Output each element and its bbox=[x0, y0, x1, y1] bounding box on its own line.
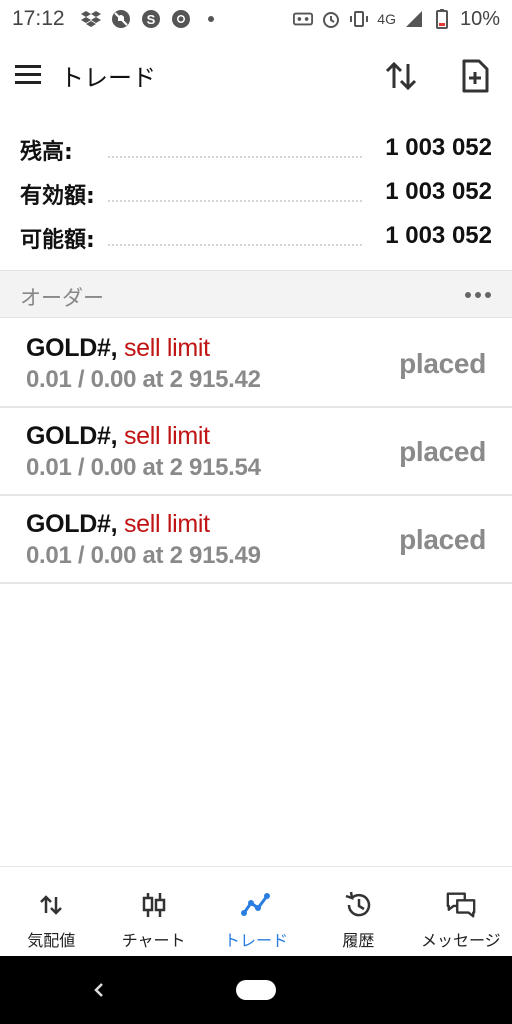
orders-more-button[interactable] bbox=[462, 285, 494, 305]
nav-item-messages[interactable]: メッセージ bbox=[410, 867, 512, 956]
alarm-icon bbox=[321, 9, 341, 29]
order-title: GOLD#, sell limit bbox=[26, 334, 210, 363]
equity-value: 1 003 052 bbox=[385, 178, 492, 205]
battery-percent: 10% bbox=[459, 7, 500, 30]
orders-title: オーダー bbox=[20, 286, 104, 310]
voicemail-icon bbox=[293, 9, 314, 29]
nav-item-chart[interactable]: チャート bbox=[102, 867, 204, 956]
dropbox-icon bbox=[80, 9, 101, 29]
order-status: placed bbox=[399, 524, 486, 555]
status-system-icons: 4G 10% bbox=[293, 8, 500, 31]
nav-item-history[interactable]: 履歴 bbox=[307, 867, 409, 956]
balance-row-equity: 有効額: 1 003 052 bbox=[0, 172, 512, 216]
order-title: GOLD#, sell limit bbox=[26, 422, 210, 451]
battery-low-icon bbox=[432, 9, 452, 29]
order-row[interactable]: GOLD#, sell limit 0.01 / 0.00 at 2 915.4… bbox=[0, 320, 512, 408]
order-details: 0.01 / 0.00 at 2 915.42 bbox=[26, 366, 261, 393]
order-type: sell limit bbox=[123, 510, 210, 538]
order-details: 0.01 / 0.00 at 2 915.54 bbox=[26, 454, 261, 481]
network-type: 4G bbox=[377, 11, 396, 27]
trade-icon bbox=[240, 889, 272, 921]
vibrate-icon bbox=[349, 9, 369, 29]
nav-item-trade[interactable]: トレード bbox=[205, 867, 307, 956]
balance-row-free-margin: 可能額: 1 003 052 bbox=[0, 216, 512, 260]
system-back-button[interactable] bbox=[90, 980, 108, 1000]
chrome-icon bbox=[171, 9, 191, 29]
order-details: 0.01 / 0.00 at 2 915.49 bbox=[26, 542, 261, 569]
order-symbol: GOLD#, bbox=[26, 510, 118, 538]
status-time: 17:12 bbox=[12, 7, 65, 30]
orders-section-header: オーダー bbox=[0, 270, 512, 318]
notifications-off-icon bbox=[111, 9, 131, 29]
nav-label: 気配値 bbox=[27, 931, 76, 950]
back-icon bbox=[94, 983, 103, 997]
new-order-button[interactable] bbox=[455, 56, 495, 96]
sort-button[interactable] bbox=[381, 56, 421, 96]
nav-label: トレード bbox=[224, 931, 289, 950]
divider-dots bbox=[108, 156, 362, 158]
quotes-icon bbox=[35, 889, 67, 921]
system-navigation-bar bbox=[0, 956, 512, 1024]
free-margin-value: 1 003 052 bbox=[385, 222, 492, 249]
new-order-icon bbox=[462, 59, 489, 93]
svg-text:S: S bbox=[146, 12, 155, 27]
status-bar: 17:12 S 4G 10% bbox=[0, 0, 512, 38]
history-icon bbox=[342, 889, 374, 921]
order-status: placed bbox=[399, 348, 486, 379]
order-title: GOLD#, sell limit bbox=[26, 510, 210, 539]
page-title: トレード bbox=[60, 64, 156, 92]
sort-icon bbox=[385, 61, 417, 91]
dot-icon bbox=[201, 9, 221, 29]
divider-dots bbox=[108, 200, 362, 202]
nav-label: 履歴 bbox=[342, 931, 375, 950]
menu-button[interactable] bbox=[14, 62, 42, 86]
signal-icon bbox=[404, 9, 424, 29]
order-row[interactable]: GOLD#, sell limit 0.01 / 0.00 at 2 915.5… bbox=[0, 408, 512, 496]
order-symbol: GOLD#, bbox=[26, 334, 118, 362]
chart-icon bbox=[138, 889, 170, 921]
order-status: placed bbox=[399, 436, 486, 467]
app-bar: トレード bbox=[0, 40, 512, 110]
order-type: sell limit bbox=[123, 422, 210, 450]
system-home-button[interactable] bbox=[236, 980, 276, 1000]
free-margin-label: 可能額: bbox=[20, 228, 95, 253]
nav-label: チャート bbox=[121, 931, 186, 950]
divider-dots bbox=[108, 244, 362, 246]
order-row[interactable]: GOLD#, sell limit 0.01 / 0.00 at 2 915.4… bbox=[0, 496, 512, 584]
nav-label: メッセージ bbox=[420, 931, 501, 950]
menu-icon bbox=[15, 65, 41, 84]
balance-value: 1 003 052 bbox=[385, 134, 492, 161]
order-type: sell limit bbox=[123, 334, 210, 362]
messages-icon bbox=[445, 889, 477, 921]
balance-row-balance: 残高: 1 003 052 bbox=[0, 128, 512, 172]
order-symbol: GOLD#, bbox=[26, 422, 118, 450]
status-notification-icons: S bbox=[80, 9, 221, 29]
equity-label: 有効額: bbox=[20, 184, 95, 209]
balance-label: 残高: bbox=[20, 140, 73, 165]
s-app-icon: S bbox=[141, 9, 161, 29]
nav-item-quotes[interactable]: 気配値 bbox=[0, 867, 102, 956]
more-icon bbox=[465, 292, 491, 298]
bottom-navigation: 気配値 チャート トレード 履歴 メッセージ bbox=[0, 866, 512, 956]
